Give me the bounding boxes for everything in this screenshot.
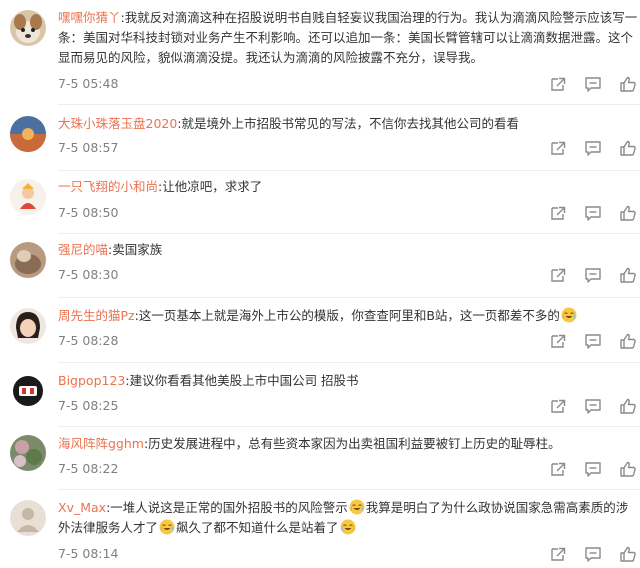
share-icon[interactable]	[549, 74, 584, 94]
avatar[interactable]	[10, 500, 46, 536]
divider	[58, 104, 640, 105]
username-link[interactable]: 一只飞翔的小和尚	[58, 179, 158, 194]
comment-icon[interactable]	[584, 138, 619, 158]
comment-body: :我就反对滴滴这种在招股说明书自贱自轻妄议我国治理的行为。我认为滴滴风险警示应该…	[120, 10, 638, 25]
laugh-cry-emoji-icon	[339, 519, 356, 535]
avatar[interactable]	[10, 435, 46, 471]
comment-text: Bigpop123:建议你看看其他美股上市中国公司 招股书	[58, 371, 640, 391]
action-bar	[549, 544, 640, 564]
comment-icon[interactable]	[584, 544, 619, 564]
comment-icon[interactable]	[584, 331, 619, 351]
timestamp: 7-5 05:48	[58, 76, 119, 91]
comment-text: 嘿嘿你猜丫:我就反对滴滴这种在招股说明书自贱自轻妄议我国治理的行为。我认为滴滴风…	[58, 8, 640, 68]
comment-body: :建议你看看其他美股上市中国公司 招股书	[125, 373, 359, 388]
action-bar	[549, 203, 640, 223]
comment-body: :历史发展进程中，总有些资本家因为出卖祖国利益要被钉上历史的耻辱柱。	[143, 436, 561, 451]
comment-body: :卖国家族	[108, 242, 163, 257]
timestamp: 7-5 08:22	[58, 461, 119, 476]
avatar[interactable]	[10, 116, 46, 152]
timestamp: 7-5 08:57	[58, 140, 119, 155]
share-icon[interactable]	[549, 138, 584, 158]
comment-body: :这一页基本上就是海外上市公的模版，你查查阿里和B站，这一页都差不多的	[134, 308, 560, 323]
avatar[interactable]	[10, 373, 46, 409]
comment-text: 大珠小珠落玉盘2020:就是境外上市招股书常见的写法，不信你去找其他公司的看看	[58, 114, 640, 134]
comment-body: :就是境外上市招股书常见的写法，不信你去找其他公司的看看	[177, 116, 520, 131]
like-icon[interactable]	[619, 265, 640, 285]
timestamp: 7-5 08:25	[58, 398, 119, 413]
laugh-cry-emoji-icon	[348, 499, 365, 515]
comment-body: 外法律服务人才了	[58, 520, 159, 535]
comment-text: 周先生的猫Pz:这一页基本上就是海外上市公的模版，你查查阿里和B站，这一页都差不…	[58, 306, 640, 326]
like-icon[interactable]	[619, 459, 640, 479]
comment-item: 周先生的猫Pz:这一页基本上就是海外上市公的模版，你查查阿里和B站，这一页都差不…	[0, 298, 640, 363]
like-icon[interactable]	[619, 396, 640, 416]
timestamp: 7-5 08:14	[58, 546, 119, 561]
comment-body: 显而易见的风险，貌似滴滴没提。我还认为滴滴的风险披露不充分，误导我。	[58, 50, 484, 65]
share-icon[interactable]	[549, 331, 584, 351]
comment-icon[interactable]	[584, 459, 619, 479]
action-bar	[549, 265, 640, 285]
comment-text: 强尼的喵:卖国家族	[58, 240, 640, 260]
share-icon[interactable]	[549, 544, 584, 564]
laugh-cry-emoji-icon	[560, 307, 577, 323]
share-icon[interactable]	[549, 459, 584, 479]
comment-icon[interactable]	[584, 396, 619, 416]
username-link[interactable]: 大珠小珠落玉盘2020	[58, 116, 177, 131]
comment-icon[interactable]	[584, 203, 619, 223]
comment-text: Xv_Max:一堆人说这是正常的国外招股书的风险警示 我算是明白了为什么政协说国家…	[58, 498, 640, 538]
timestamp: 7-5 08:50	[58, 205, 119, 220]
like-icon[interactable]	[619, 138, 640, 158]
comment-item: 强尼的喵:卖国家族 7-5 08:30	[0, 234, 640, 298]
username-link[interactable]: Xv_Max	[58, 500, 106, 515]
like-icon[interactable]	[619, 544, 640, 564]
like-icon[interactable]	[619, 74, 640, 94]
avatar[interactable]	[10, 10, 46, 46]
username-link[interactable]: 强尼的喵	[58, 242, 108, 257]
username-link[interactable]: 周先生的猫Pz	[58, 308, 135, 323]
action-bar	[549, 74, 640, 94]
username-link[interactable]: 嘿嘿你猜丫	[58, 10, 121, 25]
laugh-cry-emoji-icon	[159, 519, 176, 535]
comment-item: 一只飞翔的小和尚:让他凉吧，求求了 7-5 08:50	[0, 171, 640, 234]
comment-icon[interactable]	[584, 74, 619, 94]
timestamp: 7-5 08:28	[58, 333, 119, 348]
timestamp: 7-5 08:30	[58, 267, 119, 282]
action-bar	[549, 331, 640, 351]
action-bar	[549, 396, 640, 416]
comment-item: 海风阵阵gghm:历史发展进程中，总有些资本家因为出卖祖国利益要被钉上历史的耻辱…	[0, 427, 640, 490]
username-link[interactable]: Bigpop123	[58, 373, 125, 388]
comment-body: 飙久了都不知道什么是站着了	[176, 520, 339, 535]
share-icon[interactable]	[549, 265, 584, 285]
like-icon[interactable]	[619, 331, 640, 351]
action-bar	[549, 138, 640, 158]
comment-item: Xv_Max:一堆人说这是正常的国外招股书的风险警示 我算是明白了为什么政协说国家…	[0, 490, 640, 568]
username-link[interactable]: 海风阵阵gghm	[58, 436, 144, 451]
comment-icon[interactable]	[584, 265, 619, 285]
comment-text: 一只飞翔的小和尚:让他凉吧，求求了	[58, 177, 640, 197]
like-icon[interactable]	[619, 203, 640, 223]
comment-body: 我算是明白了为什么政协说国家急需高素质的涉	[365, 500, 629, 515]
share-icon[interactable]	[549, 203, 584, 223]
comment-body: 条：美国对华科技封锁对业务产生不利影响。还可以追加一条：美国长臂管辖可以让滴滴数…	[58, 30, 634, 45]
avatar[interactable]	[10, 179, 46, 215]
comment-body: :一堆人说这是正常的国外招股书的风险警示	[106, 500, 348, 515]
action-bar	[549, 459, 640, 479]
comment-text: 海风阵阵gghm:历史发展进程中，总有些资本家因为出卖祖国利益要被钉上历史的耻辱…	[58, 434, 640, 454]
comment-item: 嘿嘿你猜丫:我就反对滴滴这种在招股说明书自贱自轻妄议我国治理的行为。我认为滴滴风…	[0, 0, 640, 108]
comment-body: :让他凉吧，求求了	[158, 179, 263, 194]
share-icon[interactable]	[549, 396, 584, 416]
avatar[interactable]	[10, 242, 46, 278]
avatar[interactable]	[10, 308, 46, 344]
comment-item: 大珠小珠落玉盘2020:就是境外上市招股书常见的写法，不信你去找其他公司的看看 …	[0, 108, 640, 171]
comment-item: Bigpop123:建议你看看其他美股上市中国公司 招股书 7-5 08:25	[0, 363, 640, 427]
